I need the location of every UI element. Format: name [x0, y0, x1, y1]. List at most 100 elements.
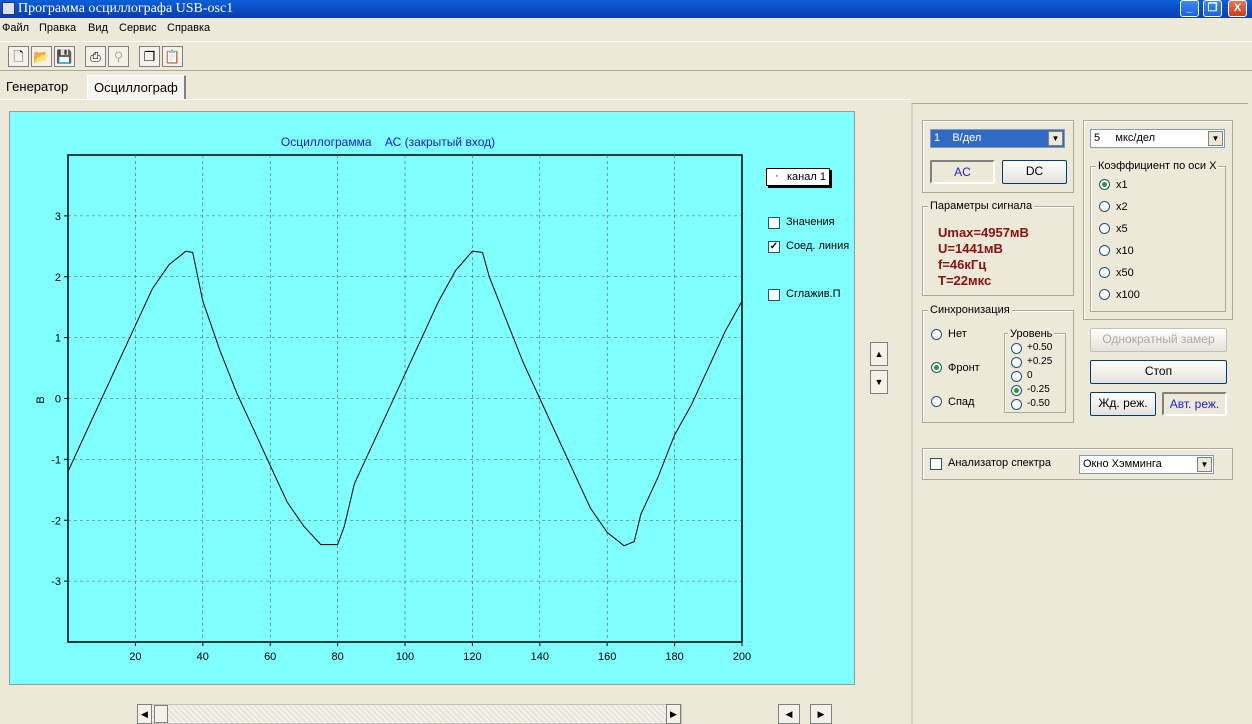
param-u: U=1441мВ [938, 241, 1003, 256]
x-tick-label: 200 [733, 651, 751, 663]
new-file-icon[interactable]: 🗋 [8, 46, 29, 67]
x-tick-label: 80 [331, 651, 343, 663]
level-minus-025-radio[interactable] [1011, 385, 1022, 396]
chart-panel: Осциллограмма АС (закрытый вход) 20 40 60 8… [9, 111, 855, 685]
x-coeff-x50-radio[interactable] [1099, 267, 1110, 278]
chevron-down-icon[interactable]: ▼ [1048, 131, 1063, 146]
sync-title: Синхронизация [928, 304, 1012, 316]
scale-down-button[interactable]: ▼ [870, 370, 888, 394]
minimize-button[interactable]: _ [1180, 0, 1199, 17]
app-icon[interactable] [2, 2, 15, 15]
menu-edit[interactable]: Правка [39, 22, 76, 34]
save-icon[interactable]: 💾 [54, 46, 75, 67]
x-coeff-x100-radio[interactable] [1099, 289, 1110, 300]
time-per-div-value: 5 мкс/дел [1094, 132, 1156, 144]
scroll-right-icon[interactable]: ▶ [666, 704, 681, 724]
level-zero-radio[interactable] [1011, 371, 1022, 382]
x-tick-label: 40 [197, 651, 209, 663]
level-plus-050-radio[interactable] [1011, 343, 1022, 354]
chart-title: Осциллограмма АС (закрытый вход) [281, 135, 495, 149]
menu-help[interactable]: Справка [167, 22, 210, 34]
window-function-select[interactable]: Окно Хэмминга ▼ [1079, 455, 1214, 474]
level-title: Уровень [1008, 328, 1055, 340]
dc-coupling-button[interactable]: DC [1002, 160, 1067, 184]
y-tick-label: 3 [55, 211, 61, 223]
ac-coupling-button[interactable]: AC [930, 160, 995, 184]
spectrum-analyzer-checkbox[interactable] [930, 458, 942, 470]
level-minus-050-label: -0.50 [1027, 398, 1050, 409]
x-coeff-x10-radio[interactable] [1099, 245, 1110, 256]
spectrum-analyzer-label: Анализатор спектра [948, 457, 1052, 469]
x-coeff-x2-radio[interactable] [1099, 201, 1110, 212]
x-coeff-x100-label: x100 [1116, 289, 1140, 301]
x-tick-label: 20 [129, 651, 141, 663]
find-icon[interactable]: ⚲ [108, 46, 129, 67]
y-tick-label: 2 [55, 272, 61, 284]
legend: · канал 1 [766, 168, 830, 186]
x-coeff-x10-label: x10 [1116, 245, 1134, 257]
chevron-down-icon[interactable]: ▼ [1197, 457, 1212, 472]
smoothing-label: Сглажив.П [786, 288, 841, 300]
wait-mode-button[interactable]: Жд. реж. [1090, 392, 1156, 416]
tab-oscilloscope[interactable]: Осциллограф [87, 75, 186, 99]
connect-lines-label: Соед. линия [786, 240, 850, 252]
x-tick-label: 100 [396, 651, 414, 663]
print-icon[interactable]: ⎙ [85, 46, 106, 67]
x-coeff-group [1090, 166, 1226, 312]
y-axis-label: В [35, 396, 47, 403]
scale-up-button[interactable]: ▲ [870, 342, 888, 366]
sync-none-radio[interactable] [931, 329, 942, 340]
level-minus-025-label: -0.25 [1027, 384, 1050, 395]
open-folder-icon[interactable]: 📂 [31, 46, 52, 67]
stop-button[interactable]: Стоп [1090, 360, 1227, 384]
volts-per-div-select[interactable]: 1 В/дел ▼ [930, 129, 1065, 148]
x-coeff-x5-radio[interactable] [1099, 223, 1110, 234]
auto-mode-button[interactable]: Авт. реж. [1162, 392, 1227, 416]
param-f: f=46кГц [938, 257, 987, 272]
menu-service[interactable]: Сервис [119, 22, 157, 34]
sync-fall-radio[interactable] [931, 396, 942, 407]
level-zero-label: 0 [1027, 370, 1033, 381]
sync-rise-radio[interactable] [931, 362, 942, 373]
x-coeff-x50-label: x50 [1116, 267, 1134, 279]
y-tick-label: 0 [55, 394, 61, 406]
menu-file[interactable]: Файл [2, 22, 29, 34]
sync-fall-label: Спад [948, 396, 975, 408]
x-tick-label: 140 [531, 651, 549, 663]
x-tick-label: 180 [665, 651, 683, 663]
oscillogram-chart: Осциллограмма АС (закрытый вход) 20 40 60 8… [35, 135, 751, 663]
close-button[interactable]: X [1228, 0, 1247, 17]
level-minus-050-radio[interactable] [1011, 399, 1022, 410]
level-plus-025-radio[interactable] [1011, 357, 1022, 368]
paste-icon[interactable]: 📋 [162, 46, 183, 67]
level-plus-025-label: +0.25 [1027, 356, 1053, 367]
prev-frame-button[interactable]: ◀ [778, 704, 800, 724]
param-umax: Umax=4957мВ [938, 225, 1029, 240]
scroll-left-icon[interactable]: ◀ [137, 704, 152, 724]
y-tick-label: -3 [51, 576, 61, 588]
values-label: Значения [786, 216, 835, 228]
window-title: Программа осциллографа USB-osc1 [18, 1, 234, 16]
x-tick-label: 160 [598, 651, 616, 663]
param-t: T=22мкс [938, 273, 992, 288]
x-tick-label: 60 [264, 651, 276, 663]
values-checkbox[interactable] [768, 217, 780, 229]
toolbar: 🗋 📂 💾 ⎙ ⚲ ❐ 📋 [0, 41, 1252, 71]
copy-icon[interactable]: ❐ [139, 46, 160, 67]
connect-lines-checkbox[interactable]: ✓ [768, 241, 780, 253]
legend-label: канал 1 [787, 171, 826, 183]
window-function-value: Окно Хэмминга [1083, 458, 1162, 470]
scroll-thumb[interactable] [154, 705, 168, 723]
single-shot-button[interactable]: Однократный замер [1090, 328, 1227, 352]
x-coeff-x1-radio[interactable] [1099, 179, 1110, 190]
maximize-button[interactable]: ❐ [1203, 0, 1222, 17]
menu-view[interactable]: Вид [88, 22, 108, 34]
horizontal-scrollbar[interactable]: ◀ ▶ [137, 704, 682, 724]
smoothing-checkbox[interactable] [768, 289, 780, 301]
x-coeff-x5-label: x5 [1116, 223, 1128, 235]
x-tick-label: 120 [463, 651, 481, 663]
chevron-down-icon[interactable]: ▼ [1208, 131, 1223, 146]
time-per-div-select[interactable]: 5 мкс/дел ▼ [1090, 129, 1225, 148]
tab-generator[interactable]: Генератор [0, 75, 74, 99]
next-frame-button[interactable]: ▶ [810, 704, 832, 724]
